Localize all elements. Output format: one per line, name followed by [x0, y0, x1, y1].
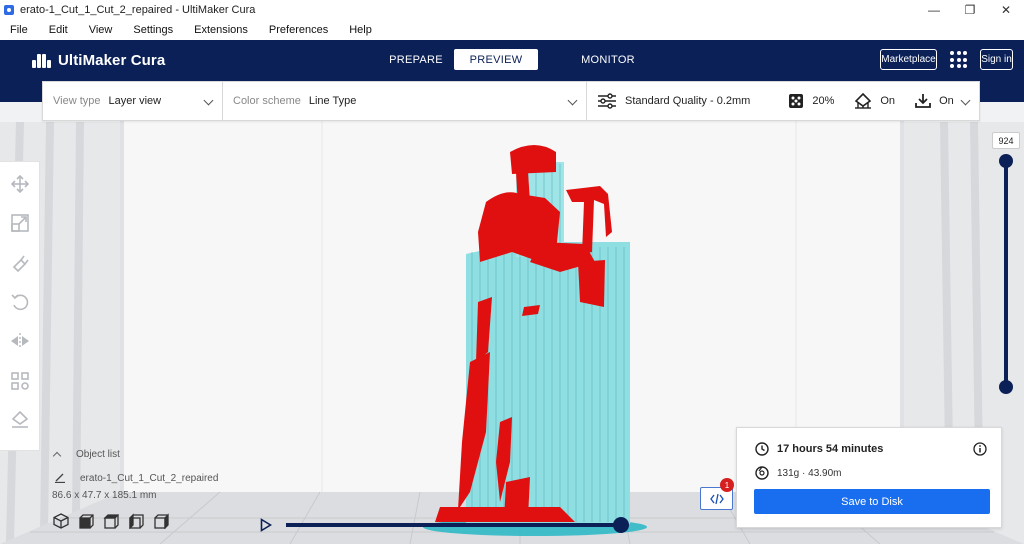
- object-list-toggle[interactable]: Object list: [50, 444, 270, 464]
- window-controls: — ❐ ✕: [916, 0, 1024, 20]
- logo-text: UltiMaker Cura: [58, 52, 166, 69]
- print-settings-summary[interactable]: Standard Quality - 0.2mm 20% On On: [587, 82, 979, 120]
- layer-slider-track[interactable]: [1004, 160, 1008, 388]
- material-row: 131g · 43.90m: [755, 466, 842, 480]
- layer-slider-upper-handle[interactable]: [999, 154, 1013, 168]
- object-dimensions: 86.6 x 47.7 x 185.1 mm: [52, 490, 157, 501]
- stage-tabs: PREPARE PREVIEW MONITOR: [380, 49, 652, 70]
- left-view-icon[interactable]: [127, 512, 145, 530]
- color-scheme-label: Color scheme: [233, 95, 301, 107]
- object-name: erato-1_Cut_1_Cut_2_repaired: [80, 472, 219, 484]
- ultimaker-logo-icon: [32, 53, 52, 68]
- right-view-icon[interactable]: [152, 512, 170, 530]
- top-view-icon[interactable]: [102, 512, 120, 530]
- path-slider-handle[interactable]: [613, 517, 629, 533]
- menu-view[interactable]: View: [89, 24, 113, 36]
- ultimaker-cura-logo: UltiMaker Cura: [32, 52, 165, 69]
- clock-icon: [755, 442, 769, 456]
- save-to-disk-button[interactable]: Save to Disk: [754, 489, 990, 514]
- object-name-row[interactable]: erato-1_Cut_1_Cut_2_repaired: [50, 468, 270, 488]
- print-time-row: 17 hours 54 minutes: [755, 442, 883, 456]
- infill-icon: [788, 93, 804, 109]
- info-icon[interactable]: [973, 442, 987, 459]
- infill-setting: 20%: [788, 93, 834, 109]
- view-type-value: Layer view: [108, 95, 162, 107]
- tab-prepare[interactable]: PREPARE: [380, 49, 452, 70]
- window-titlebar: erato-1_Cut_1_Cut_2_repaired - UltiMaker…: [0, 0, 1024, 20]
- sliders-icon: [597, 93, 617, 109]
- scale-icon[interactable]: [9, 213, 31, 232]
- pencil-icon: [54, 471, 66, 486]
- path-slider-track[interactable]: [286, 523, 620, 527]
- menu-file[interactable]: File: [10, 24, 28, 36]
- quality-setting: Standard Quality - 0.2mm: [597, 93, 750, 109]
- object-list-label: Object list: [76, 448, 120, 460]
- close-icon[interactable]: ✕: [988, 0, 1024, 20]
- support-setting: On: [854, 93, 895, 109]
- marketplace-button[interactable]: Marketplace: [880, 49, 937, 70]
- layer-slider[interactable]: 924: [992, 132, 1020, 400]
- play-icon[interactable]: [260, 518, 273, 532]
- per-model-settings-icon[interactable]: [9, 371, 31, 390]
- view-type-selector[interactable]: View type Layer view: [43, 82, 223, 120]
- chevron-down-icon: [203, 95, 214, 106]
- color-scheme-selector[interactable]: Color scheme Line Type: [223, 82, 587, 120]
- front-view-icon[interactable]: [77, 512, 95, 530]
- window-title: erato-1_Cut_1_Cut_2_repaired - UltiMaker…: [20, 4, 256, 16]
- sign-in-button[interactable]: Sign in: [980, 49, 1013, 70]
- menu-extensions[interactable]: Extensions: [194, 24, 248, 36]
- rotate-icon[interactable]: [9, 253, 31, 272]
- tab-preview[interactable]: PREVIEW: [454, 49, 538, 70]
- 3d-view-icon[interactable]: [52, 512, 70, 530]
- spool-icon: [755, 466, 769, 480]
- menu-bar: File Edit View Settings Extensions Prefe…: [0, 20, 1024, 40]
- move-icon[interactable]: [9, 174, 31, 193]
- object-list-panel: Object list erato-1_Cut_1_Cut_2_repaired…: [50, 444, 270, 502]
- camera-view-buttons: [52, 512, 177, 530]
- chevron-down-icon: [567, 95, 578, 106]
- adhesion-icon: [915, 93, 931, 109]
- color-scheme-value: Line Type: [308, 95, 357, 107]
- code-icon: [709, 493, 724, 504]
- menu-settings[interactable]: Settings: [133, 24, 173, 36]
- adhesion-value: On: [939, 95, 954, 107]
- support-value: On: [880, 95, 896, 107]
- material-usage: 131g · 43.90m: [777, 467, 842, 479]
- quality-value: Standard Quality - 0.2mm: [625, 95, 751, 107]
- menu-edit[interactable]: Edit: [49, 24, 68, 36]
- mirror-icon[interactable]: [9, 332, 31, 351]
- print-settings-toolbar: View type Layer view Color scheme Line T…: [42, 81, 980, 121]
- adhesion-setting: On: [915, 93, 954, 109]
- chevron-down-icon: [960, 95, 971, 106]
- layer-slider-lower-handle[interactable]: [999, 380, 1013, 394]
- print-information-panel: 17 hours 54 minutes 131g · 43.90m Save t…: [736, 427, 1002, 528]
- print-time: 17 hours 54 minutes: [777, 443, 884, 455]
- left-tool-panel: [0, 161, 40, 451]
- minimize-icon[interactable]: —: [916, 0, 952, 20]
- cura-app-icon: [4, 5, 14, 15]
- infill-value: 20%: [812, 95, 835, 107]
- chevron-up-icon: [52, 451, 62, 460]
- menu-help[interactable]: Help: [349, 24, 372, 36]
- maximize-icon[interactable]: ❐: [952, 0, 988, 20]
- support-icon: [854, 93, 872, 109]
- undo-rotate-icon[interactable]: [9, 292, 31, 311]
- support-blocker-icon[interactable]: [9, 411, 31, 430]
- current-layer-number[interactable]: 924: [992, 132, 1020, 149]
- apps-grid-icon[interactable]: [950, 51, 967, 68]
- menu-preferences[interactable]: Preferences: [269, 24, 328, 36]
- tab-monitor[interactable]: MONITOR: [566, 49, 650, 70]
- notification-badge: 1: [720, 478, 734, 492]
- view-type-label: View type: [53, 95, 101, 107]
